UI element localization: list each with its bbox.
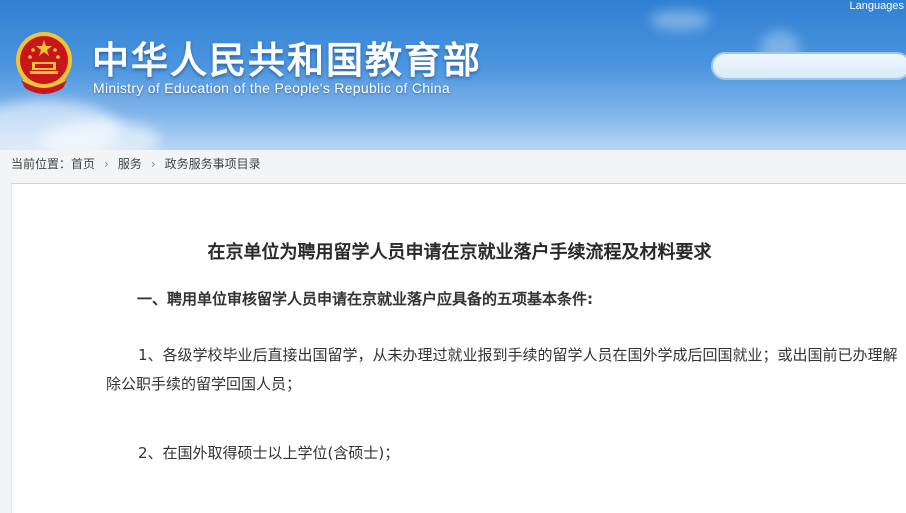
site-header: 中华人民共和国教育部 Ministry of Education of the … [0, 0, 906, 150]
breadcrumb-item-catalog[interactable]: 政务服务事项目录 [165, 157, 261, 171]
paragraph-text: 2、在国外取得硕士以上学位(含硕士)； [138, 444, 400, 462]
cloud-decoration [650, 10, 710, 30]
site-subtitle: Ministry of Education of the People's Re… [93, 80, 450, 96]
breadcrumb-item-service[interactable]: 服务 [118, 157, 142, 171]
article-panel: 在京单位为聘用留学人员申请在京就业落户手续流程及材料要求 一、聘用单位审核留学人… [11, 183, 906, 513]
breadcrumb: 当前位置：首页 › 服务 › 政务服务事项目录 [11, 155, 261, 172]
languages-link[interactable]: Languages [848, 0, 906, 12]
site-title: 中华人民共和国教育部 [92, 39, 482, 82]
section-heading: 一、聘用单位审核留学人员申请在京就业落户应具备的五项基本条件: [137, 290, 594, 308]
paragraph-text: 1、各级学校毕业后直接出国留学，从未办理过就业报到手续的留学人员在国外学成后回国… [106, 346, 898, 393]
breadcrumb-item-home[interactable]: 首页 [71, 157, 95, 171]
paragraph: 2、在国外取得硕士以上学位(含硕士)； [106, 439, 906, 468]
breadcrumb-prefix: 当前位置： [11, 157, 72, 171]
breadcrumb-separator-icon: › [104, 157, 109, 171]
search-input[interactable] [711, 52, 906, 80]
paragraph: 1、各级学校毕业后直接出国留学，从未办理过就业报到手续的留学人员在国外学成后回国… [106, 341, 906, 399]
article-title: 在京单位为聘用留学人员申请在京就业落户手续流程及材料要求 [207, 242, 712, 263]
cloud-decoration [40, 120, 160, 150]
national-emblem-icon [16, 32, 72, 94]
breadcrumb-separator-icon: › [150, 157, 156, 171]
